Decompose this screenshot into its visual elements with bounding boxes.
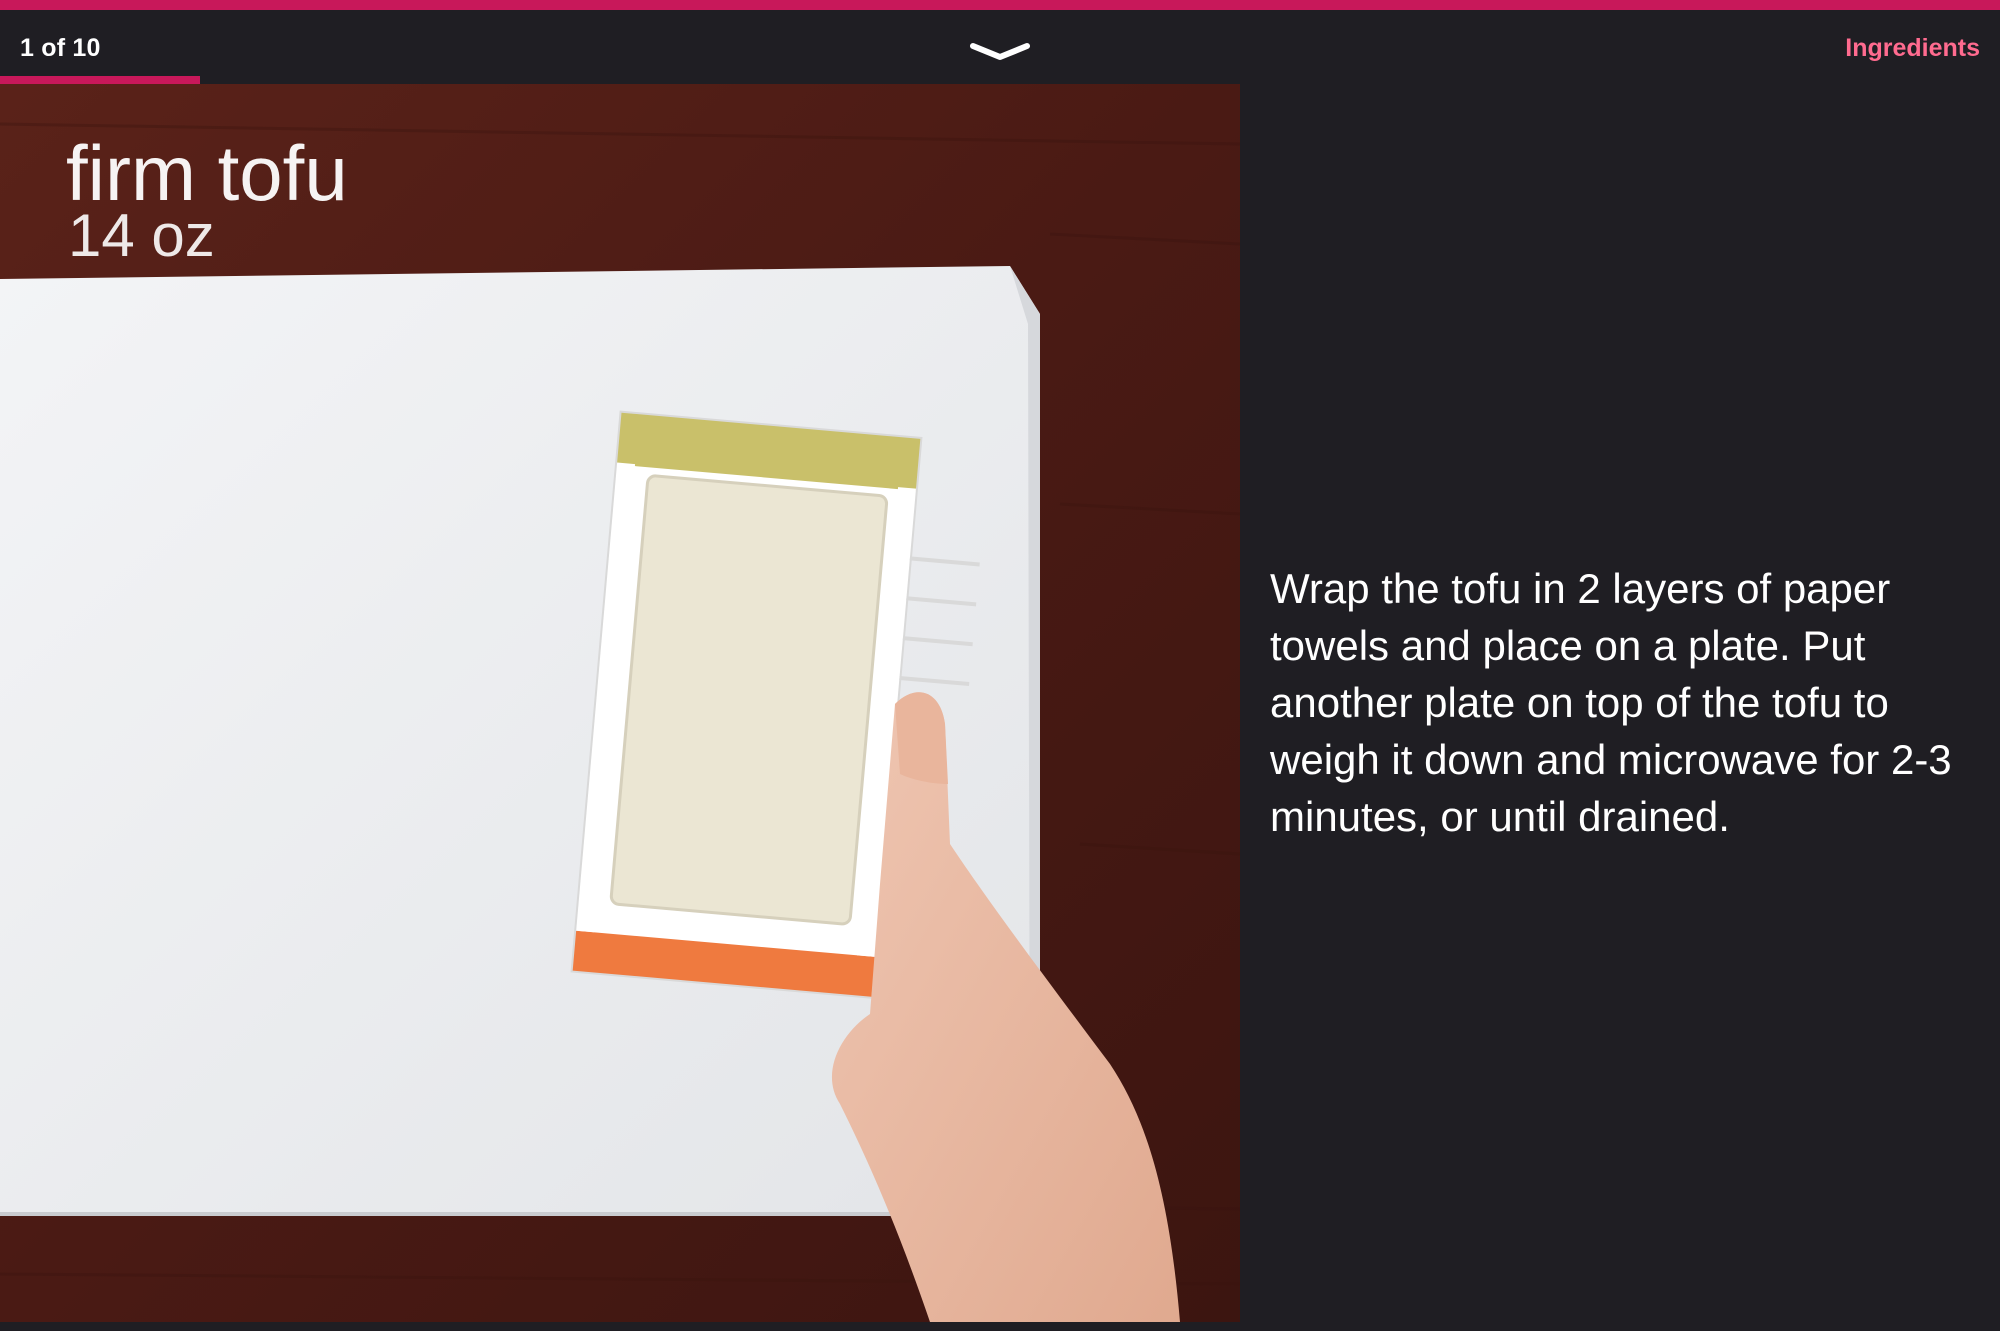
step-video-frame	[0, 84, 1240, 1322]
collapse-button[interactable]	[960, 30, 1040, 74]
step-instruction-text: Wrap the tofu in 2 layers of paper towel…	[1270, 565, 1952, 840]
accent-strip	[0, 0, 2000, 10]
ingredients-link[interactable]: Ingredients	[1845, 34, 1980, 63]
chevron-down-icon	[970, 43, 1030, 60]
ingredient-overlay-quantity: 14 oz	[68, 202, 215, 269]
step-video[interactable]: firm tofu 14 oz	[0, 84, 1240, 1322]
step-progress-fill	[0, 76, 200, 84]
step-progress-bar	[0, 76, 2000, 84]
recipe-step-viewer: 1 of 10 Ingredients firm tofu 14 oz Wrap…	[0, 0, 2000, 1331]
step-counter: 1 of 10	[20, 34, 101, 62]
ingredient-overlay-name: firm tofu	[66, 129, 348, 217]
top-bar: 1 of 10 Ingredients	[0, 10, 2000, 84]
